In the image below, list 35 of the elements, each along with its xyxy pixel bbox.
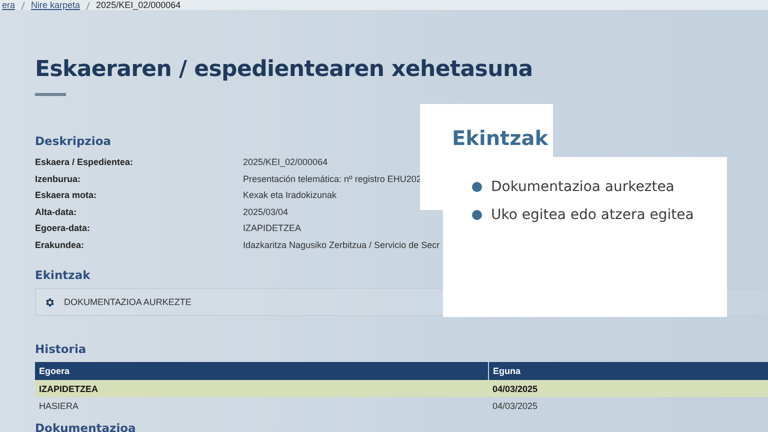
field-value: 2025/03/04: [243, 206, 288, 218]
slash-icon: [86, 2, 90, 10]
field-label: Eskaera / Espedientea:: [35, 156, 134, 169]
bullet-icon: [472, 182, 482, 192]
table-cell: 04/03/2025: [488, 397, 768, 414]
breadcrumb-current: 2025/KEI_02/000064: [96, 0, 181, 10]
column-header: Egoera: [35, 362, 488, 380]
field-value: Idazkaritza Nagusiko Zerbitzua / Servicio de Secr: [243, 238, 440, 252]
field-label: Izenburua:: [35, 172, 81, 186]
gear-icon: [44, 296, 55, 308]
field-value: 2025/KEI_02/000064: [243, 156, 328, 169]
section-heading: Dokumentazioa: [35, 421, 136, 432]
breadcrumb-link[interactable]: Nire karpeta: [31, 0, 80, 10]
field-label: Erakundea:: [35, 238, 84, 252]
breadcrumb-link[interactable]: era: [2, 0, 16, 10]
table-cell: IZAPIDETZEA: [35, 380, 488, 397]
column-header: Eguna: [488, 362, 768, 380]
field-value: IZAPIDETZEA: [243, 222, 302, 235]
action-button[interactable]: DOKUMENTAZIOA AURKEZTE: [44, 296, 192, 308]
bullet-icon: [472, 210, 482, 220]
field-label: Egoera-data:: [35, 222, 90, 235]
section-heading: Deskripzioa: [35, 134, 111, 148]
section-heading: Historia: [35, 342, 86, 356]
field-value: Presentación telemática: nº registro EHU202: [243, 172, 422, 186]
field-label: Alta-data:: [35, 206, 77, 218]
title-underline: [35, 93, 66, 96]
callout-item: Uko egitea edo atzera egitea: [491, 207, 694, 223]
section-heading: Ekintzak: [35, 268, 90, 282]
slash-icon: [21, 2, 26, 10]
field-value: Kexak eta Iradokizunak: [243, 189, 337, 202]
table-cell: HASIERA: [35, 397, 488, 414]
page-title: Eskaeraren / espedientearen xehetasuna: [35, 56, 534, 84]
table-cell: 04/03/2025: [488, 380, 768, 397]
table-row[interactable]: HASIERA 04/03/2025: [35, 397, 768, 414]
field-label: Eskaera mota:: [35, 189, 97, 202]
